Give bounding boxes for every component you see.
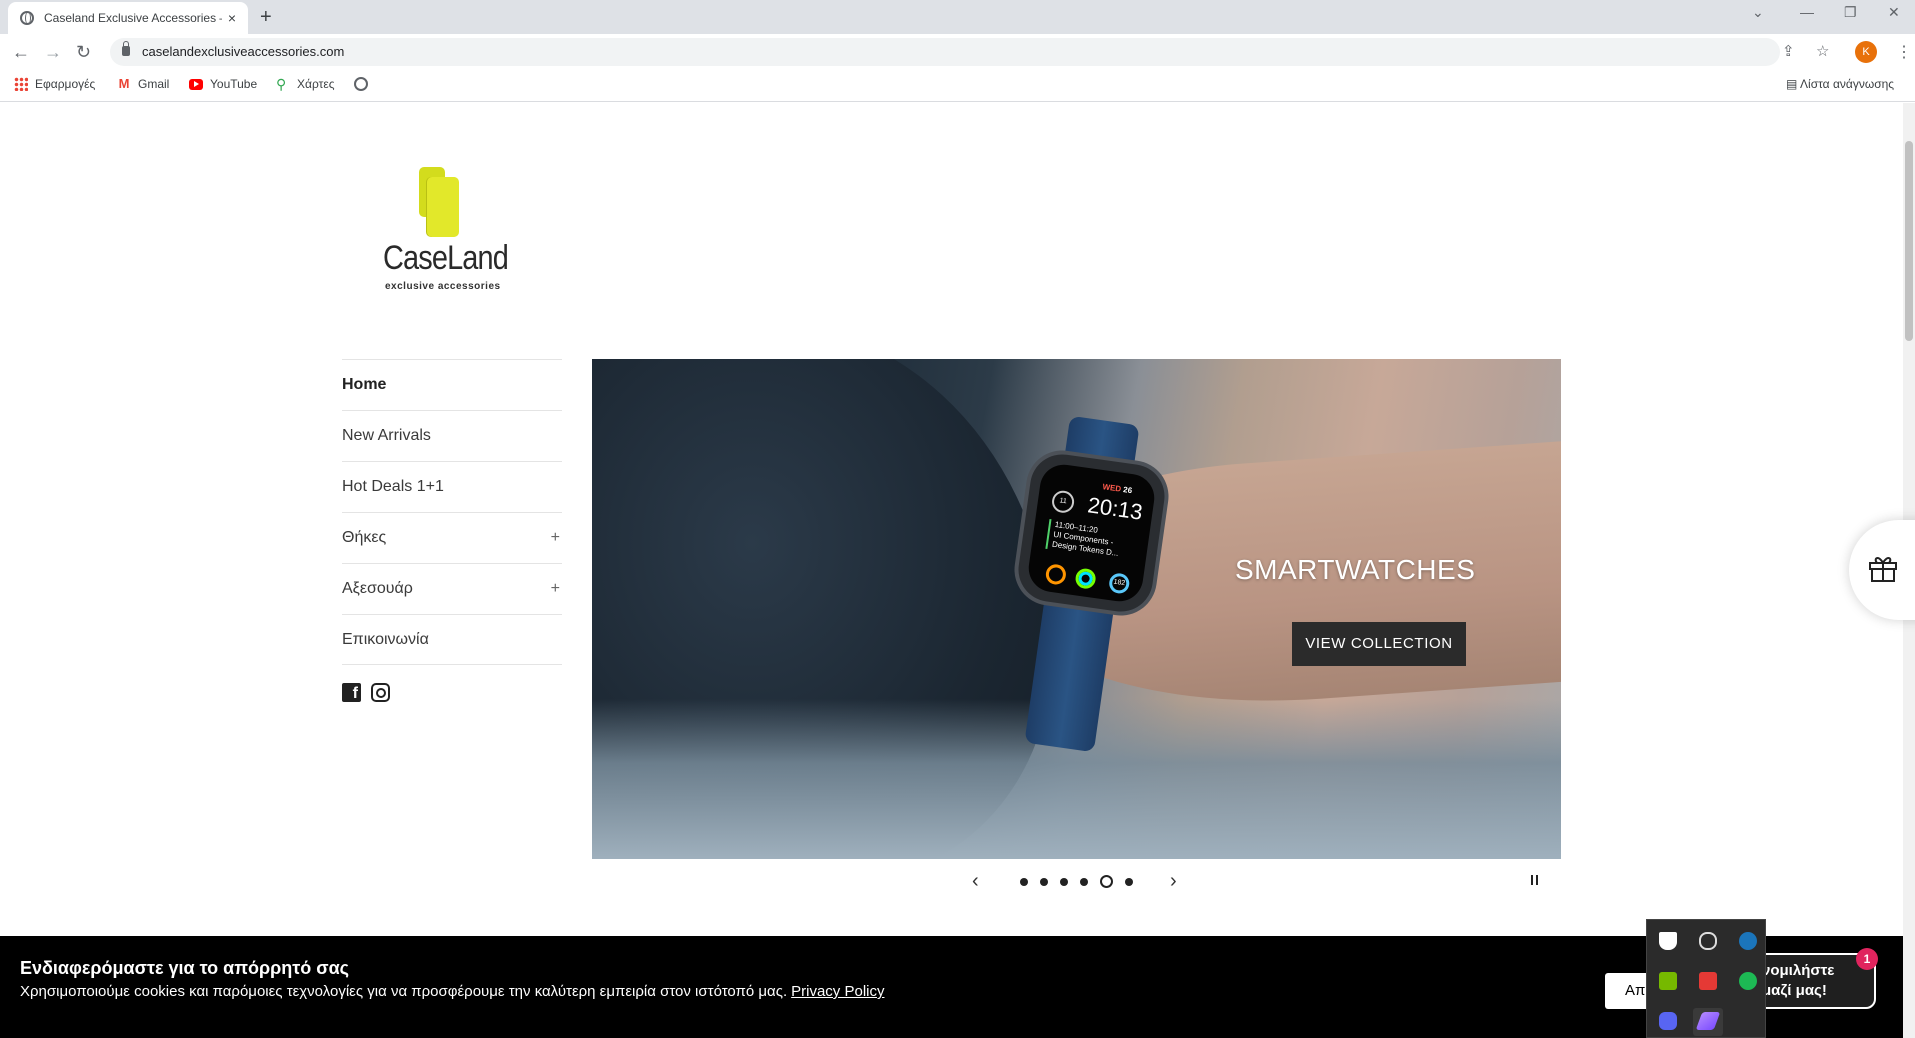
slide-dot-5[interactable] — [1100, 875, 1113, 888]
nav-item-label: Hot Deals 1+1 — [342, 478, 444, 495]
url-text[interactable]: caselandexclusiveaccessories.com — [142, 44, 344, 59]
logo-phone-front — [427, 177, 459, 237]
slide-dot-4[interactable] — [1080, 877, 1088, 886]
nav-item-new-arrivals[interactable]: New Arrivals — [342, 410, 562, 461]
bookmark-maps[interactable]: ⚲ Χάρτες — [276, 77, 334, 91]
youtube-icon — [189, 78, 203, 90]
forward-icon[interactable]: → — [44, 42, 62, 63]
hero-slide: WED 26 11 20:13 11:00–11:20 UI Component… — [592, 359, 1561, 859]
reading-list-label: Λίστα ανάγνωσης — [1800, 77, 1895, 91]
logo-tagline: exclusive accessories — [385, 281, 501, 292]
bookmark-label: YouTube — [210, 77, 258, 91]
restore-button[interactable]: ❐ — [1844, 4, 1857, 21]
chat-line2: μαζί μας! — [1762, 982, 1827, 999]
browser-tabbar: Caseland Exclusive Accessories – × + ⌄ —… — [0, 0, 1915, 34]
bookmark-gmail[interactable]: M Gmail — [117, 76, 170, 92]
slide-prev-icon[interactable]: ‹ — [972, 870, 979, 893]
bookmark-label: Εφαρμογές — [35, 77, 96, 91]
minimize-button[interactable]: — — [1800, 4, 1814, 20]
cookie-title: Ενδιαφερόμαστε για το απόρρητό σας — [20, 958, 350, 978]
new-tab-button[interactable]: + — [260, 6, 272, 29]
browser-menu-icon[interactable]: ⋮ — [1896, 42, 1912, 62]
instagram-icon[interactable] — [371, 683, 390, 702]
site-logo[interactable]: CaseLand exclusive accessories — [375, 165, 515, 295]
gmail-icon: M — [118, 76, 130, 91]
nav-item-hot-deals[interactable]: Hot Deals 1+1 — [342, 461, 562, 512]
reading-list-icon: ▤ — [1786, 77, 1801, 91]
nav-item-label: Αξεσουάρ — [342, 580, 413, 597]
watch-time: 20:13 — [1086, 492, 1145, 525]
social-links: f — [342, 683, 390, 702]
facebook-icon[interactable]: f — [342, 683, 361, 702]
lock-icon[interactable] — [122, 41, 130, 56]
recorder-icon[interactable] — [1699, 972, 1717, 990]
bookmark-label: Gmail — [138, 77, 170, 91]
bookmark-apps[interactable]: Εφαρμογές — [14, 77, 95, 91]
globe-icon — [354, 77, 368, 91]
expand-icon[interactable]: + — [551, 529, 560, 547]
share-icon[interactable]: ⇪ — [1782, 42, 1795, 60]
bookmark-star-icon[interactable]: ☆ — [1816, 42, 1829, 60]
watch-screen: WED 26 11 20:13 11:00–11:20 UI Component… — [1025, 461, 1158, 605]
view-collection-button[interactable]: VIEW COLLECTION — [1292, 622, 1466, 666]
reading-list-button[interactable]: ▤ Λίστα ανάγνωσης — [1786, 77, 1894, 91]
slide-dot-3[interactable] — [1060, 877, 1068, 886]
slide-next-icon[interactable]: › — [1170, 870, 1177, 893]
tab-search-icon[interactable]: ⌄ — [1752, 4, 1764, 21]
watch-complication: 182 — [1107, 572, 1131, 595]
cookie-text: Χρησιμοποιούμε cookies και παρόμοιες τεχ… — [20, 983, 885, 1000]
nav-item-cases[interactable]: Θήκες + — [342, 512, 562, 563]
maps-icon: ⚲ — [276, 76, 287, 92]
gift-icon — [1869, 557, 1897, 582]
window-close-button[interactable]: ✕ — [1888, 4, 1900, 21]
slide-dot-1[interactable] — [1020, 877, 1028, 886]
browser-tab[interactable]: Caseland Exclusive Accessories – × — [8, 2, 248, 34]
back-icon[interactable]: ← — [12, 42, 30, 63]
slide-dot-6[interactable] — [1125, 877, 1133, 886]
spotify-icon[interactable] — [1739, 972, 1757, 990]
onedrive-icon[interactable] — [1699, 932, 1717, 950]
privacy-policy-link[interactable]: Privacy Policy — [791, 983, 884, 1000]
site-nav: Home New Arrivals Hot Deals 1+1 Θήκες + … — [342, 359, 562, 665]
watch-dial: 11 — [1050, 489, 1076, 515]
steam-icon[interactable] — [1739, 932, 1757, 950]
pause-icon[interactable] — [1531, 875, 1538, 885]
nav-item-label: Home — [342, 376, 387, 393]
browser-toolbar: ← → ↻ caselandexclusiveaccessories.com ⇪… — [0, 34, 1915, 70]
nav-item-label: Θήκες — [342, 529, 387, 546]
tab-close-button[interactable]: × — [228, 10, 236, 26]
reload-icon[interactable]: ↻ — [76, 42, 91, 63]
nav-item-contact[interactable]: Επικοινωνία — [342, 614, 562, 665]
nav-item-home[interactable]: Home — [342, 359, 562, 410]
logo-brand: CaseLand — [383, 239, 509, 277]
slide-dot-2[interactable] — [1040, 877, 1048, 886]
watch-timer-icon — [1044, 563, 1068, 586]
activity-rings-icon — [1074, 567, 1097, 590]
nav-item-accessories[interactable]: Αξεσουάρ + — [342, 563, 562, 614]
chat-badge: 1 — [1856, 948, 1878, 970]
nav-item-label: Επικοινωνία — [342, 630, 429, 648]
tab-title: Caseland Exclusive Accessories – — [44, 11, 222, 25]
apps-icon — [14, 77, 28, 91]
profile-avatar[interactable]: K — [1855, 41, 1877, 63]
smartwatch-image: WED 26 11 20:13 11:00–11:20 UI Component… — [1014, 450, 1169, 616]
scrollbar-thumb[interactable] — [1905, 141, 1913, 341]
globe-icon — [20, 11, 34, 25]
expand-icon[interactable]: + — [551, 580, 560, 598]
nvidia-icon[interactable] — [1659, 972, 1677, 990]
slide-heading: SMARTWATCHES — [1235, 554, 1476, 585]
bookmark-globe[interactable] — [354, 77, 375, 91]
bookmark-label: Χάρτες — [297, 77, 335, 91]
bookmarks-bar: Εφαρμογές M Gmail YouTube ⚲ Χάρτες ▤ Λίσ… — [0, 70, 1915, 102]
watch-event: 11:00–11:20 UI Components - Design Token… — [1045, 519, 1139, 562]
slide-dots — [1020, 875, 1133, 888]
watch-date: WED 26 — [1101, 482, 1133, 496]
bookmark-youtube[interactable]: YouTube — [189, 77, 257, 91]
discord-icon[interactable] — [1659, 1012, 1677, 1030]
security-shield-icon[interactable] — [1659, 932, 1677, 950]
system-tray-overflow — [1646, 919, 1766, 1038]
address-bar[interactable]: caselandexclusiveaccessories.com ⇪ ☆ — [110, 38, 1829, 66]
nav-item-label: New Arrivals — [342, 427, 431, 444]
